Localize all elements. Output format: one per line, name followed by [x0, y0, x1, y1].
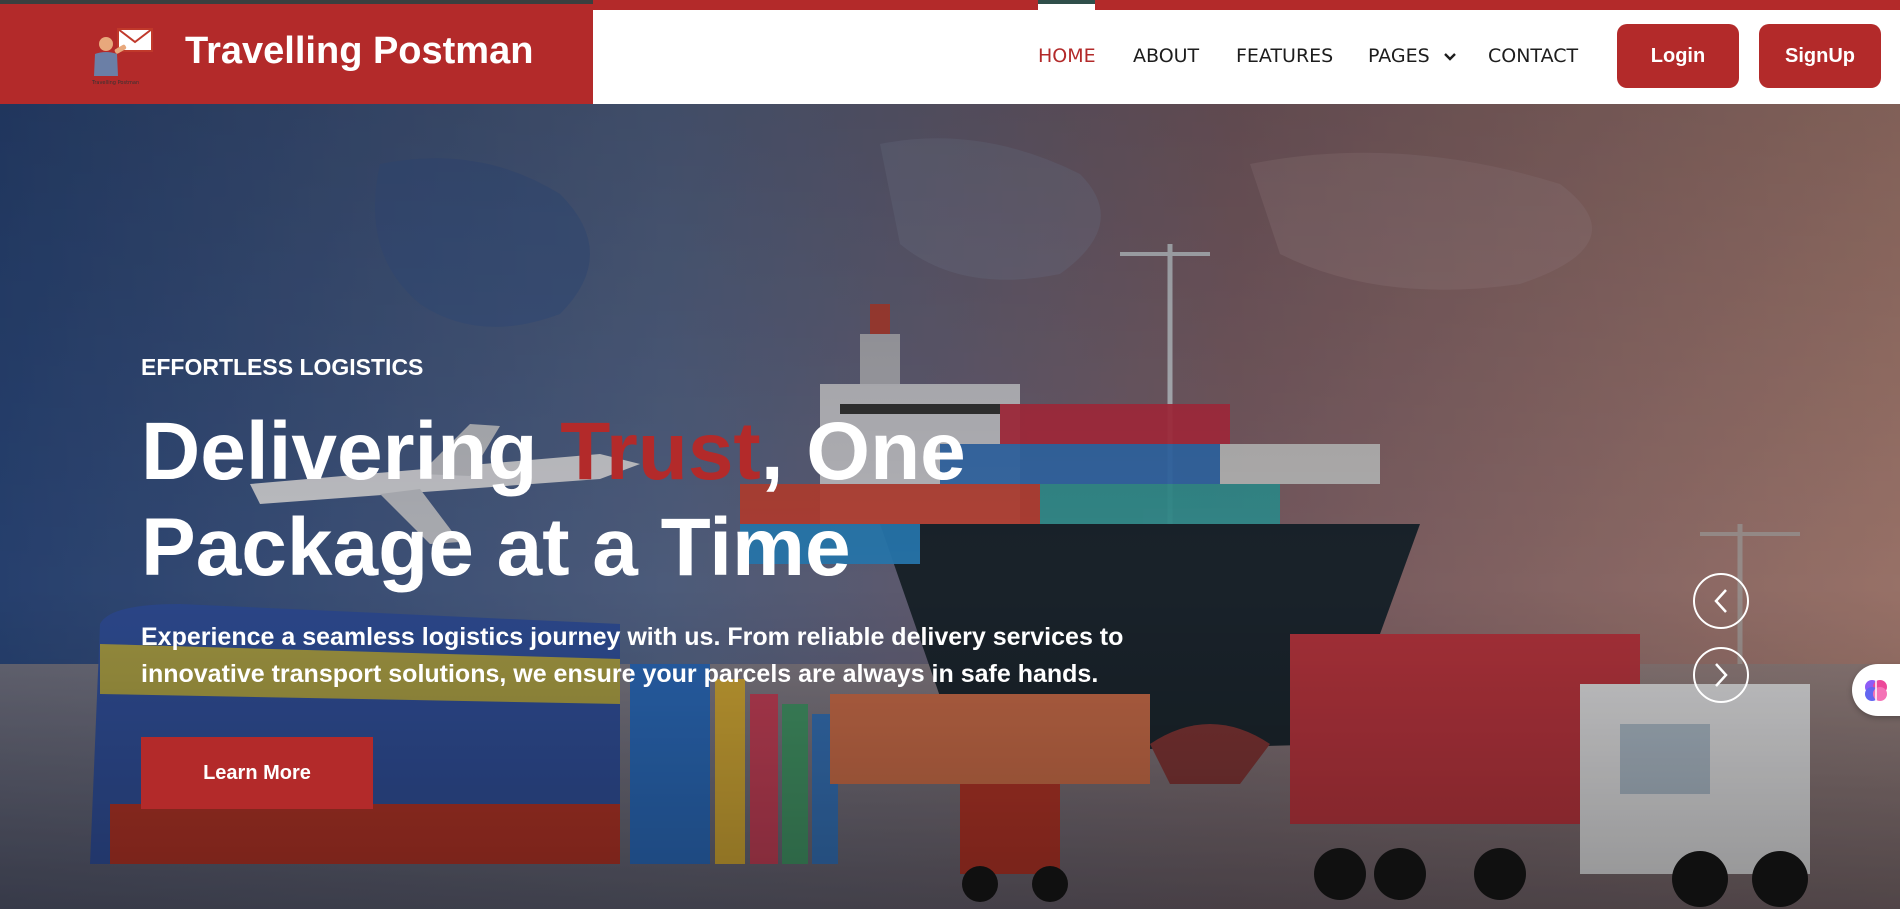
- carousel-next-button[interactable]: [1693, 647, 1749, 703]
- nav-pages-label: PAGES: [1368, 45, 1430, 67]
- active-nav-indicator: [1038, 0, 1095, 10]
- nav-home[interactable]: HOME: [1038, 45, 1096, 67]
- chevron-right-icon: [1715, 663, 1728, 687]
- carousel-prev-button[interactable]: [1693, 573, 1749, 629]
- hero-slider: EFFORTLESS LOGISTICS Delivering Trust, O…: [0, 104, 1900, 909]
- headline-accent: Trust: [560, 406, 761, 497]
- signup-button[interactable]: SignUp: [1759, 24, 1881, 88]
- site-header: Travelling Postman Travelling Postman HO…: [0, 0, 1900, 104]
- hero-eyebrow: EFFORTLESS LOGISTICS: [141, 354, 424, 380]
- top-dark-strip: [0, 0, 593, 4]
- brand-name: Travelling Postman: [185, 30, 534, 72]
- hero-subtext: Experience a seamless logistics journey …: [141, 623, 1124, 688]
- brand-block[interactable]: Travelling Postman Travelling Postman: [0, 0, 593, 104]
- hero-headline: Delivering Trust, One Package at a Time: [141, 404, 1001, 596]
- login-button[interactable]: Login: [1617, 24, 1739, 88]
- chevron-down-icon: [1443, 52, 1456, 61]
- nav-features[interactable]: FEATURES: [1236, 45, 1333, 67]
- nav-pages-dropdown[interactable]: PAGES: [1368, 45, 1456, 67]
- learn-more-button[interactable]: Learn More: [141, 737, 373, 809]
- brain-icon: [1865, 680, 1887, 701]
- top-accent-line: [0, 0, 1900, 10]
- postman-logo-icon: Travelling Postman: [91, 28, 153, 86]
- chevron-left-icon: [1714, 589, 1727, 613]
- nav-about[interactable]: ABOUT: [1133, 45, 1199, 67]
- main-navigation: HOME ABOUT FEATURES PAGES CONTACT Login …: [593, 10, 1900, 104]
- svg-text:Travelling Postman: Travelling Postman: [91, 80, 139, 86]
- floating-assistant-widget[interactable]: [1852, 664, 1900, 716]
- headline-part-1: Delivering: [141, 406, 561, 497]
- nav-contact[interactable]: CONTACT: [1488, 45, 1578, 67]
